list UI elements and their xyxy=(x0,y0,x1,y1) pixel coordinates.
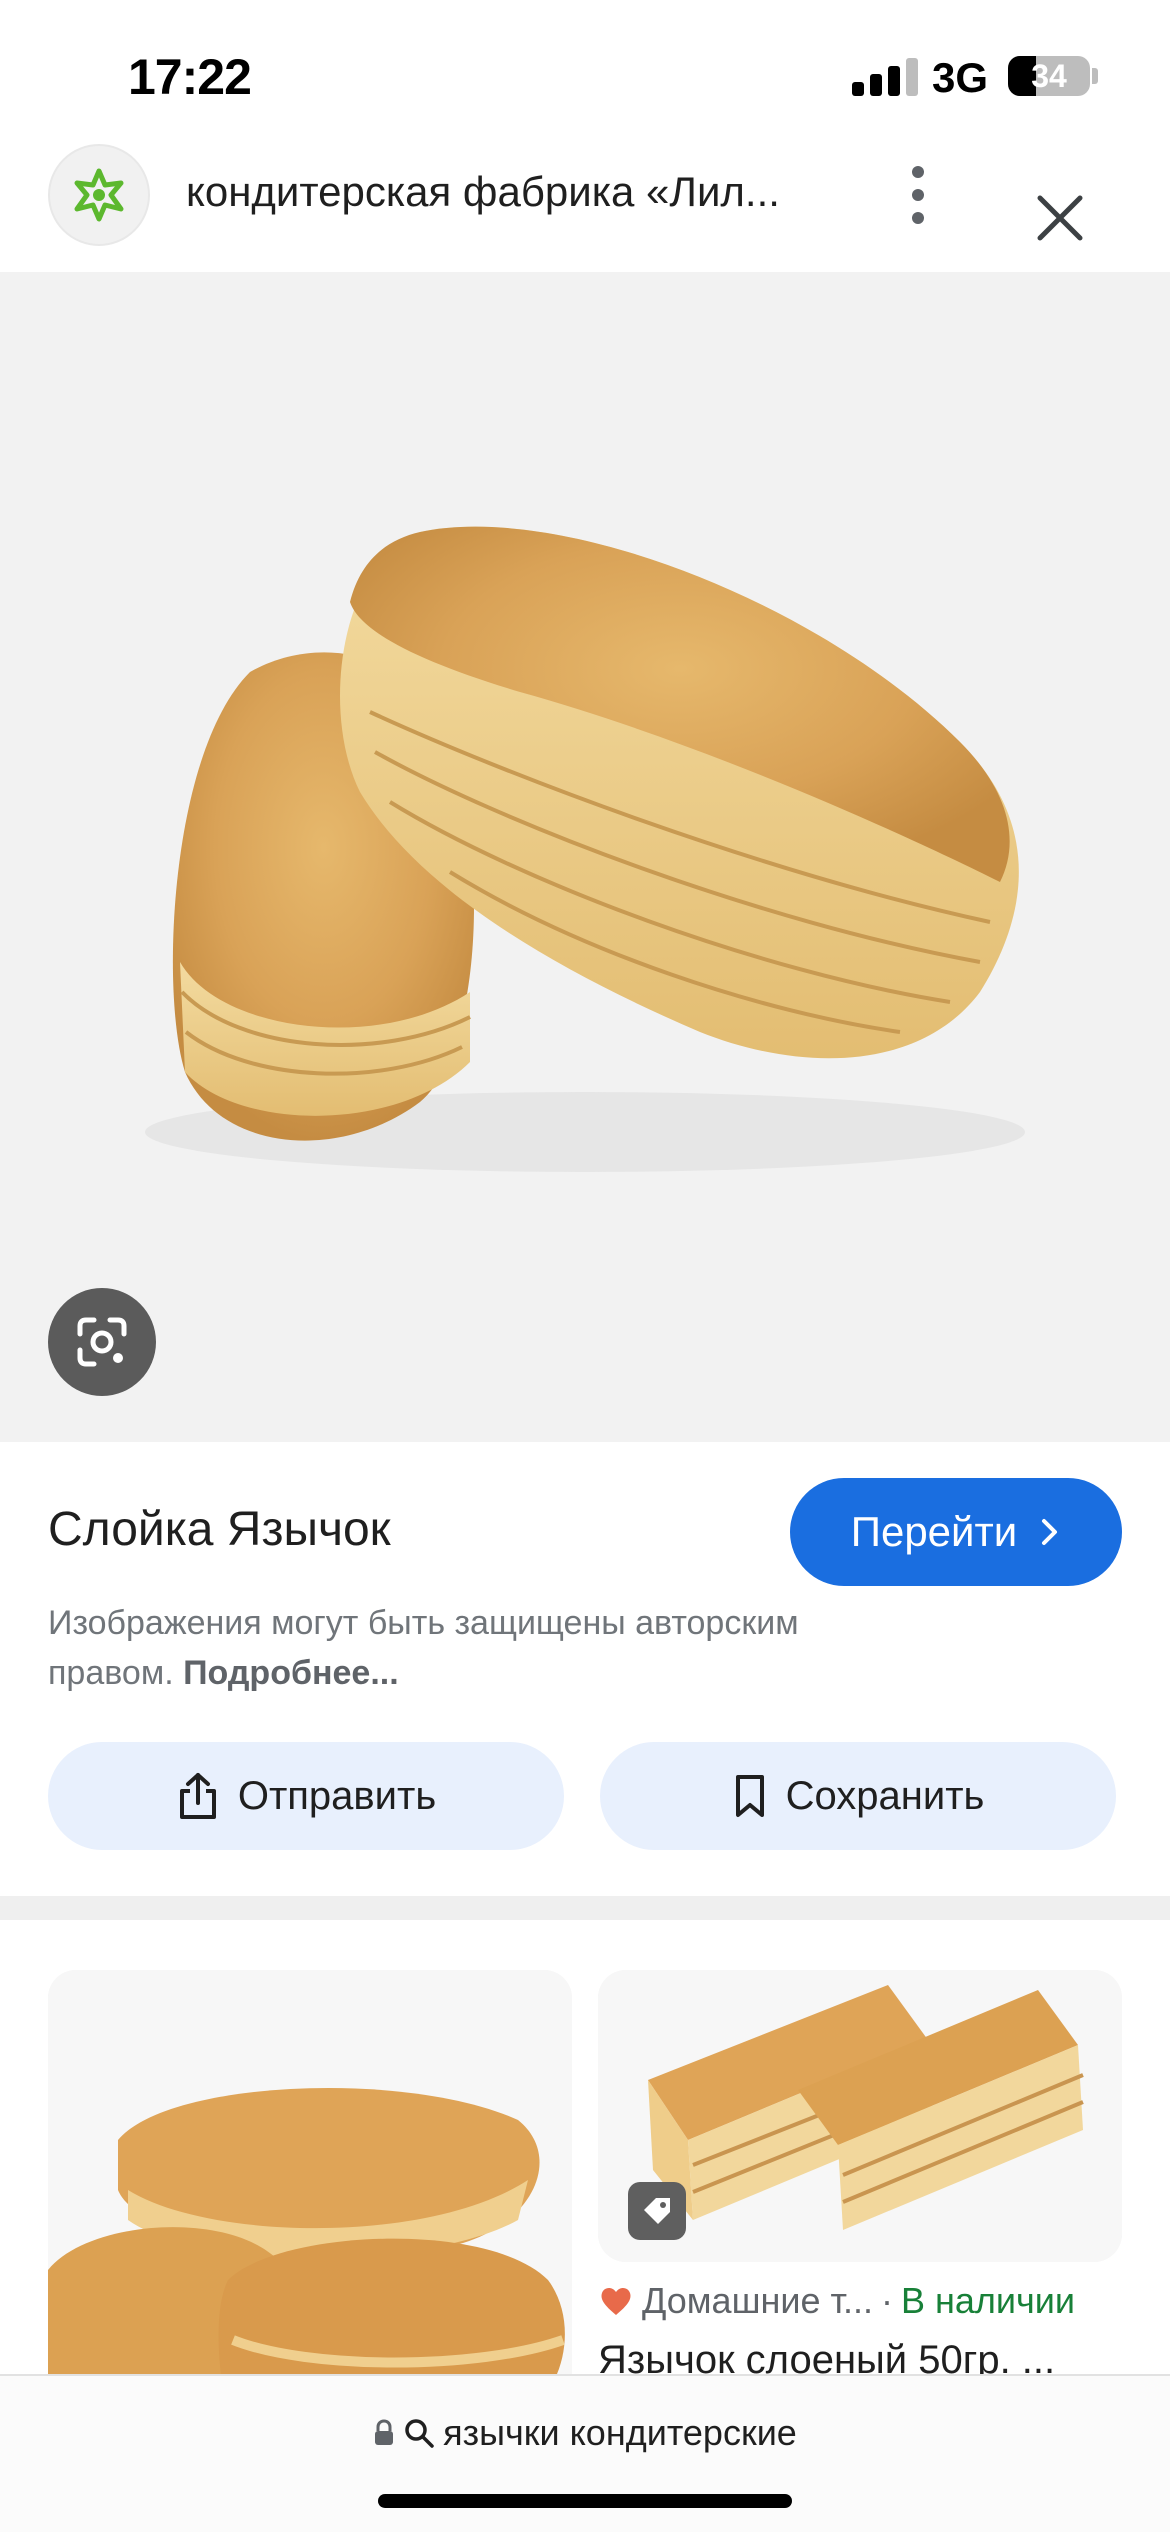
share-icon xyxy=(179,1773,216,1819)
image-info-panel: Слойка Язычок Перейти Изображения могут … xyxy=(0,1442,1170,1902)
site-title[interactable]: кондитерская фабрика «Лил... xyxy=(186,168,826,216)
bookmark-icon xyxy=(735,1775,764,1817)
heart-favicon-icon xyxy=(601,2287,631,2315)
visit-button-label: Перейти xyxy=(850,1508,1018,1555)
related-image-card[interactable] xyxy=(48,1970,572,2380)
home-indicator[interactable] xyxy=(378,2494,792,2508)
price-tag-icon xyxy=(628,2182,686,2240)
close-icon[interactable] xyxy=(1030,188,1090,248)
hero-image[interactable] xyxy=(0,272,1170,1442)
search-icon xyxy=(405,2419,434,2448)
related-images-grid: Домашние т... · В наличии Язычок слоеный… xyxy=(0,1920,1170,2380)
copyright-notice: Изображения могут быть защищены авторски… xyxy=(48,1598,928,1698)
pastry-image xyxy=(145,526,1025,1172)
related-image-card[interactable] xyxy=(598,1970,1122,2262)
more-info-link[interactable]: Подробнее... xyxy=(183,1654,399,1692)
meta-separator: · xyxy=(880,2280,893,2321)
section-divider xyxy=(0,1896,1170,1920)
chevron-right-icon xyxy=(1042,1519,1058,1545)
result-header: кондитерская фабрика «Лил... xyxy=(0,140,1170,272)
address-bar[interactable]: язычки кондитерские xyxy=(0,2374,1170,2532)
lock-icon xyxy=(375,2419,394,2445)
share-button-label: Отправить xyxy=(237,1773,437,1818)
save-button[interactable]: Сохранить xyxy=(600,1742,1116,1850)
signal-icon xyxy=(852,58,918,96)
stock-status: В наличии xyxy=(900,2280,1075,2321)
share-button[interactable]: Отправить xyxy=(48,1742,564,1850)
battery-tip xyxy=(1092,68,1098,84)
result-meta: Домашние т... · В наличии xyxy=(598,2280,1138,2322)
status-time: 17:22 xyxy=(128,49,252,105)
pastry-thumbnail xyxy=(48,1970,572,2380)
status-bar: 17:22 3G 34 xyxy=(0,0,1170,140)
visit-button[interactable]: Перейти xyxy=(790,1478,1122,1586)
flower-logo-icon[interactable] xyxy=(48,144,150,246)
save-button-label: Сохранить xyxy=(785,1773,985,1818)
copyright-text: Изображения могут быть защищены авторски… xyxy=(48,1604,799,1692)
search-query: язычки кондитерские xyxy=(443,2412,797,2453)
product-title: Слойка Язычок xyxy=(48,1503,391,1556)
google-lens-icon[interactable] xyxy=(48,1288,156,1396)
address-bar-content[interactable]: язычки кондитерские xyxy=(0,2412,1170,2454)
battery-icon: 34 xyxy=(1008,56,1090,96)
network-type: 3G xyxy=(932,54,989,101)
more-vert-icon[interactable] xyxy=(896,160,940,230)
battery-level: 34 xyxy=(1031,58,1067,94)
result-source: Домашние т... xyxy=(642,2280,873,2321)
